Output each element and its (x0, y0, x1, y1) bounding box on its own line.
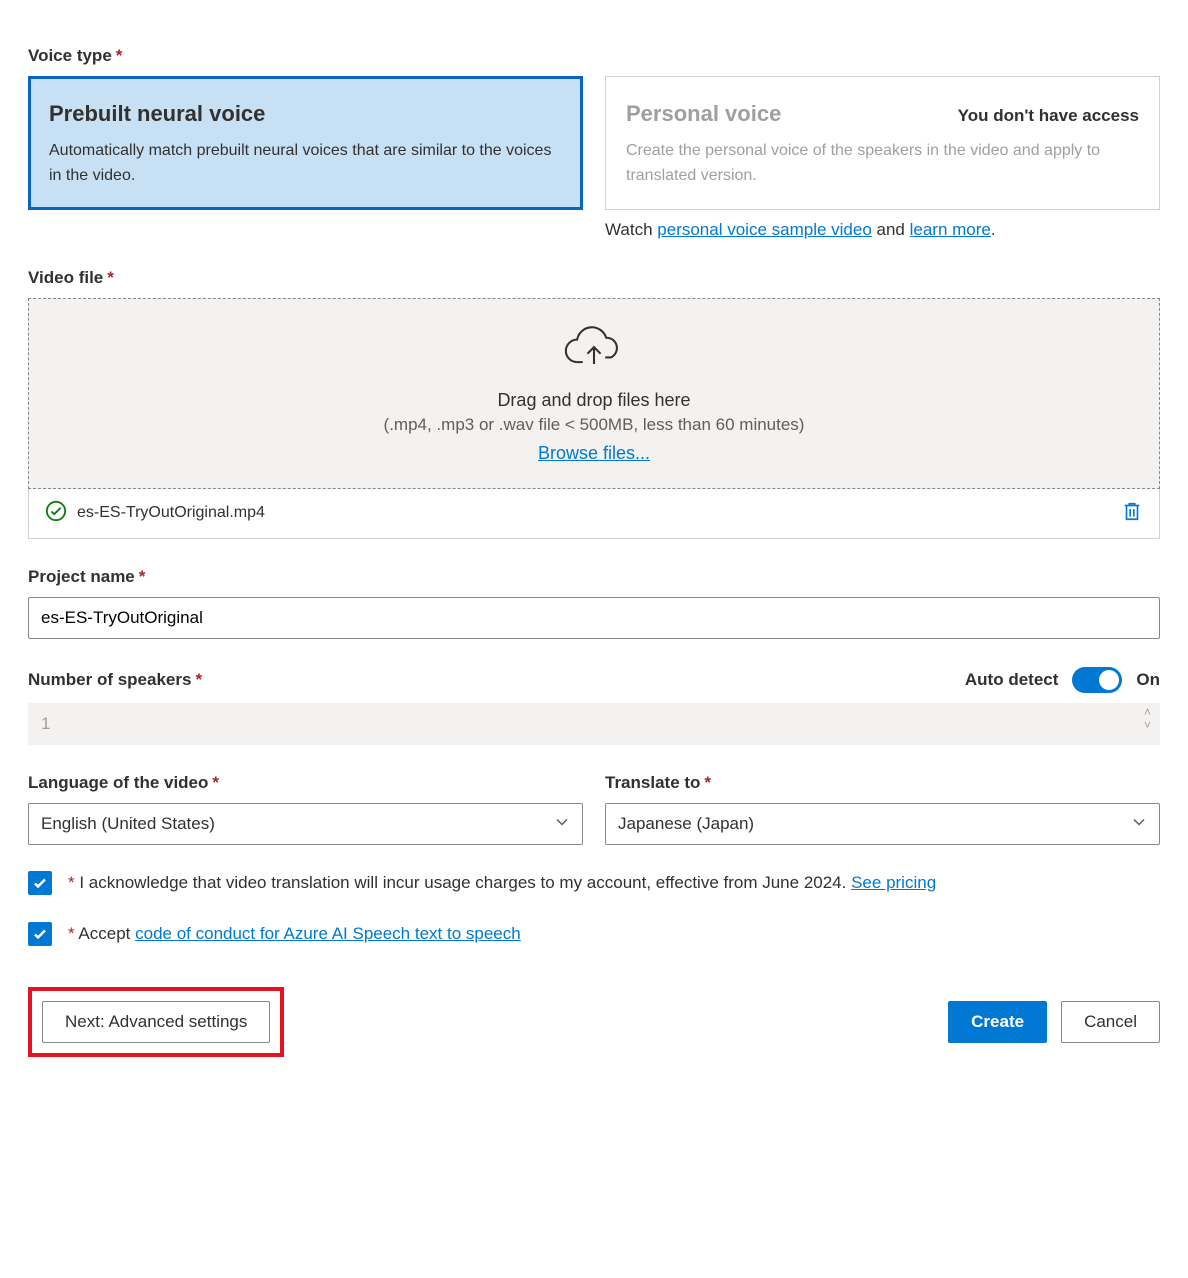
personal-voice-hint: Watch personal voice sample video and le… (605, 220, 1160, 240)
conduct-ack-text: * Accept code of conduct for Azure AI Sp… (64, 920, 521, 947)
next-button-highlight: Next: Advanced settings (28, 987, 284, 1057)
upload-cloud-icon (49, 325, 1139, 378)
spin-down-icon[interactable]: ˅ (1144, 719, 1151, 732)
card-desc: Create the personal voice of the speaker… (626, 139, 1139, 189)
speakers-count-input: 1 ˄ ˅ (28, 703, 1160, 745)
project-name-input[interactable] (28, 597, 1160, 639)
voice-card-prebuilt[interactable]: Prebuilt neural voice Automatically matc… (28, 76, 583, 210)
dropzone-hint: (.mp4, .mp3 or .wav file < 500MB, less t… (49, 415, 1139, 435)
file-dropzone[interactable]: Drag and drop files here (.mp4, .mp3 or … (28, 298, 1160, 489)
next-advanced-button[interactable]: Next: Advanced settings (42, 1001, 270, 1043)
video-file-label: Video file* (28, 268, 1160, 288)
spin-up-icon[interactable]: ˄ (1144, 706, 1151, 719)
pricing-ack-checkbox[interactable] (28, 871, 52, 895)
sample-video-link[interactable]: personal voice sample video (657, 220, 872, 239)
auto-detect-label: Auto detect (965, 670, 1059, 690)
language-label: Language of the video* (28, 773, 583, 793)
toggle-state-label: On (1136, 670, 1160, 690)
voice-card-personal[interactable]: Personal voice You don't have access Cre… (605, 76, 1160, 210)
card-desc: Automatically match prebuilt neural voic… (49, 139, 562, 189)
language-select[interactable]: English (United States) (28, 803, 583, 845)
chevron-down-icon (1131, 813, 1147, 834)
translate-to-label: Translate to* (605, 773, 1160, 793)
uploaded-file-name: es-ES-TryOutOriginal.mp4 (77, 504, 1111, 522)
card-title: Personal voice (626, 101, 781, 127)
voice-type-cards: Prebuilt neural voice Automatically matc… (28, 76, 1160, 210)
code-of-conduct-link[interactable]: code of conduct for Azure AI Speech text… (135, 924, 521, 943)
speakers-label: Number of speakers* (28, 670, 202, 690)
chevron-down-icon (554, 813, 570, 834)
conduct-ack-checkbox[interactable] (28, 922, 52, 946)
translate-to-select[interactable]: Japanese (Japan) (605, 803, 1160, 845)
create-button[interactable]: Create (948, 1001, 1047, 1043)
card-title: Prebuilt neural voice (49, 101, 562, 127)
learn-more-link[interactable]: learn more (910, 220, 991, 239)
project-name-label: Project name* (28, 567, 1160, 587)
check-circle-icon (45, 500, 67, 527)
no-access-badge: You don't have access (958, 106, 1139, 126)
delete-file-button[interactable] (1121, 499, 1143, 528)
voice-type-label: Voice type* (28, 46, 1160, 66)
cancel-button[interactable]: Cancel (1061, 1001, 1160, 1043)
browse-files-link[interactable]: Browse files... (538, 443, 650, 463)
pricing-ack-text: * I acknowledge that video translation w… (64, 869, 936, 896)
uploaded-file-row: es-ES-TryOutOriginal.mp4 (28, 489, 1160, 539)
auto-detect-toggle[interactable] (1072, 667, 1122, 693)
see-pricing-link[interactable]: See pricing (851, 873, 936, 892)
dropzone-text: Drag and drop files here (49, 390, 1139, 411)
